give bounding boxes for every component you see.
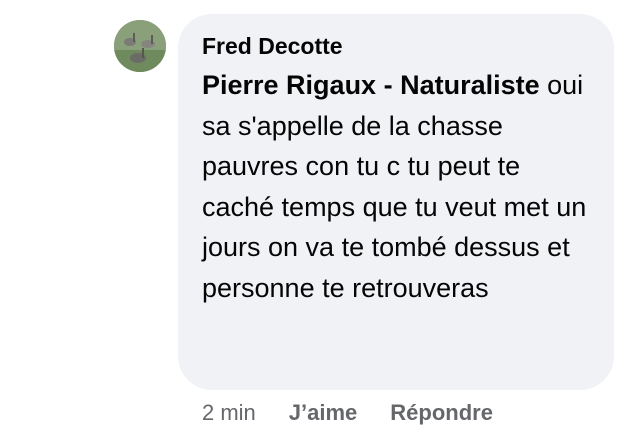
comment-body: oui sa s'appelle de la chasse pauvres co… bbox=[202, 70, 587, 303]
comment-bubble: Fred Decotte Pierre Rigaux - Naturaliste… bbox=[178, 14, 614, 390]
avatar-geese-photo-icon bbox=[114, 20, 166, 72]
comment-author[interactable]: Fred Decotte bbox=[202, 32, 594, 60]
comment-actions: 2 min J’aime Répondre bbox=[202, 398, 526, 428]
comment-timestamp[interactable]: 2 min bbox=[202, 400, 256, 426]
reply-button[interactable]: Répondre bbox=[390, 400, 493, 426]
comment-mention[interactable]: Pierre Rigaux - Naturaliste bbox=[202, 70, 540, 100]
comment-text: Pierre Rigaux - Naturaliste oui sa s'app… bbox=[202, 65, 594, 308]
like-button[interactable]: J’aime bbox=[289, 400, 358, 426]
avatar[interactable] bbox=[114, 20, 166, 72]
